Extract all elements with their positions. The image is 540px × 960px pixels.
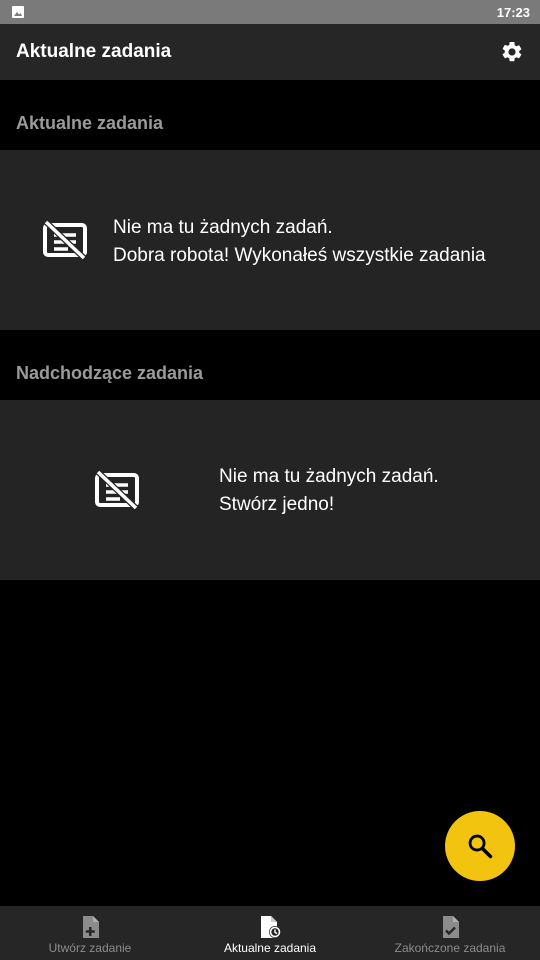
section-header-upcoming: Nadchodzące zadania	[16, 363, 204, 383]
section-header-current: Aktualne zadania	[16, 113, 164, 133]
nav-completed-tasks-label: Zakończone zadania	[394, 941, 506, 955]
empty-message: Nie ma tu żadnych zadań. Stwórz jedno!	[219, 463, 439, 519]
nav-completed-tasks[interactable]: Zakończone zadania	[360, 906, 540, 960]
bottom-navigation: Utwórz zadanie Aktualne zadania Zakończo…	[0, 906, 540, 960]
page-title: Aktualne zadania	[16, 41, 172, 62]
nav-current-tasks[interactable]: Aktualne zadania	[180, 906, 360, 960]
no-tasks-icon	[43, 220, 87, 260]
document-clock-icon	[261, 916, 281, 938]
empty-message-line1: Nie ma tu żadnych zadań.	[113, 217, 333, 238]
empty-message: Nie ma tu żadnych zadań. Dobra robota! W…	[113, 214, 486, 270]
search-fab-button[interactable]	[445, 811, 515, 881]
document-add-icon	[83, 916, 99, 938]
status-bar: 17:23	[0, 0, 540, 24]
upcoming-tasks-card: Nie ma tu żadnych zadań. Stwórz jedno!	[0, 400, 540, 580]
image-icon	[12, 6, 24, 18]
current-tasks-card: Nie ma tu żadnych zadań. Dobra robota! W…	[0, 150, 540, 330]
search-icon	[468, 834, 493, 859]
nav-create-task-label: Utwórz zadanie	[48, 941, 132, 955]
empty-message-line2: Dobra robota! Wykonałeś wszystkie zadani…	[113, 245, 486, 266]
app-bar: Aktualne zadania	[0, 24, 540, 80]
gear-icon[interactable]	[500, 40, 524, 64]
empty-message-line1: Nie ma tu żadnych zadań.	[219, 466, 439, 487]
empty-message-line2: Stwórz jedno!	[219, 494, 335, 515]
document-check-icon	[443, 916, 459, 938]
nav-create-task[interactable]: Utwórz zadanie	[0, 906, 180, 960]
status-time: 17:23	[496, 4, 530, 20]
no-tasks-icon	[95, 470, 139, 510]
nav-current-tasks-label: Aktualne zadania	[223, 941, 317, 955]
